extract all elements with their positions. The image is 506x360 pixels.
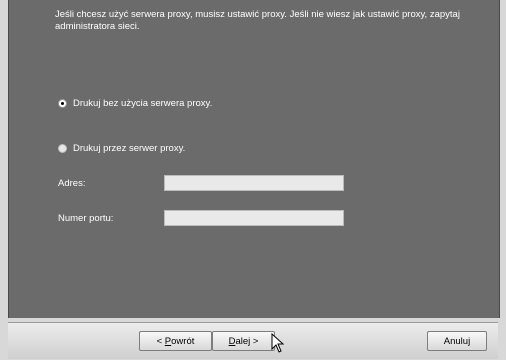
radio-unchecked-icon[interactable] (58, 144, 67, 153)
cancel-button[interactable]: Anuluj (427, 331, 487, 351)
next-button[interactable]: Dalej > (212, 331, 275, 351)
address-input[interactable] (164, 175, 344, 191)
radio-no-proxy[interactable]: Drukuj bez użycia serwera proxy. (58, 98, 212, 109)
back-button[interactable]: < Powrót (139, 331, 212, 351)
back-prefix: < (156, 335, 165, 347)
radio-no-proxy-label: Drukuj bez użycia serwera proxy. (73, 98, 213, 109)
next-suffix: > (250, 335, 259, 347)
port-input[interactable] (164, 210, 344, 226)
radio-checked-icon[interactable] (58, 99, 67, 108)
next-accel: D (228, 335, 236, 347)
mouse-cursor-icon (271, 333, 285, 353)
address-label: Adres: (58, 178, 86, 189)
port-label: Numer portu: (58, 213, 114, 224)
radio-use-proxy-label: Drukuj przez serwer proxy. (73, 143, 186, 154)
content-panel (8, 0, 500, 318)
next-label: alej (235, 335, 251, 347)
back-label: owrót (171, 335, 195, 347)
radio-use-proxy[interactable]: Drukuj przez serwer proxy. (58, 143, 185, 154)
intro-text: Jeśli chcesz użyć serwera proxy, musisz … (55, 9, 460, 32)
